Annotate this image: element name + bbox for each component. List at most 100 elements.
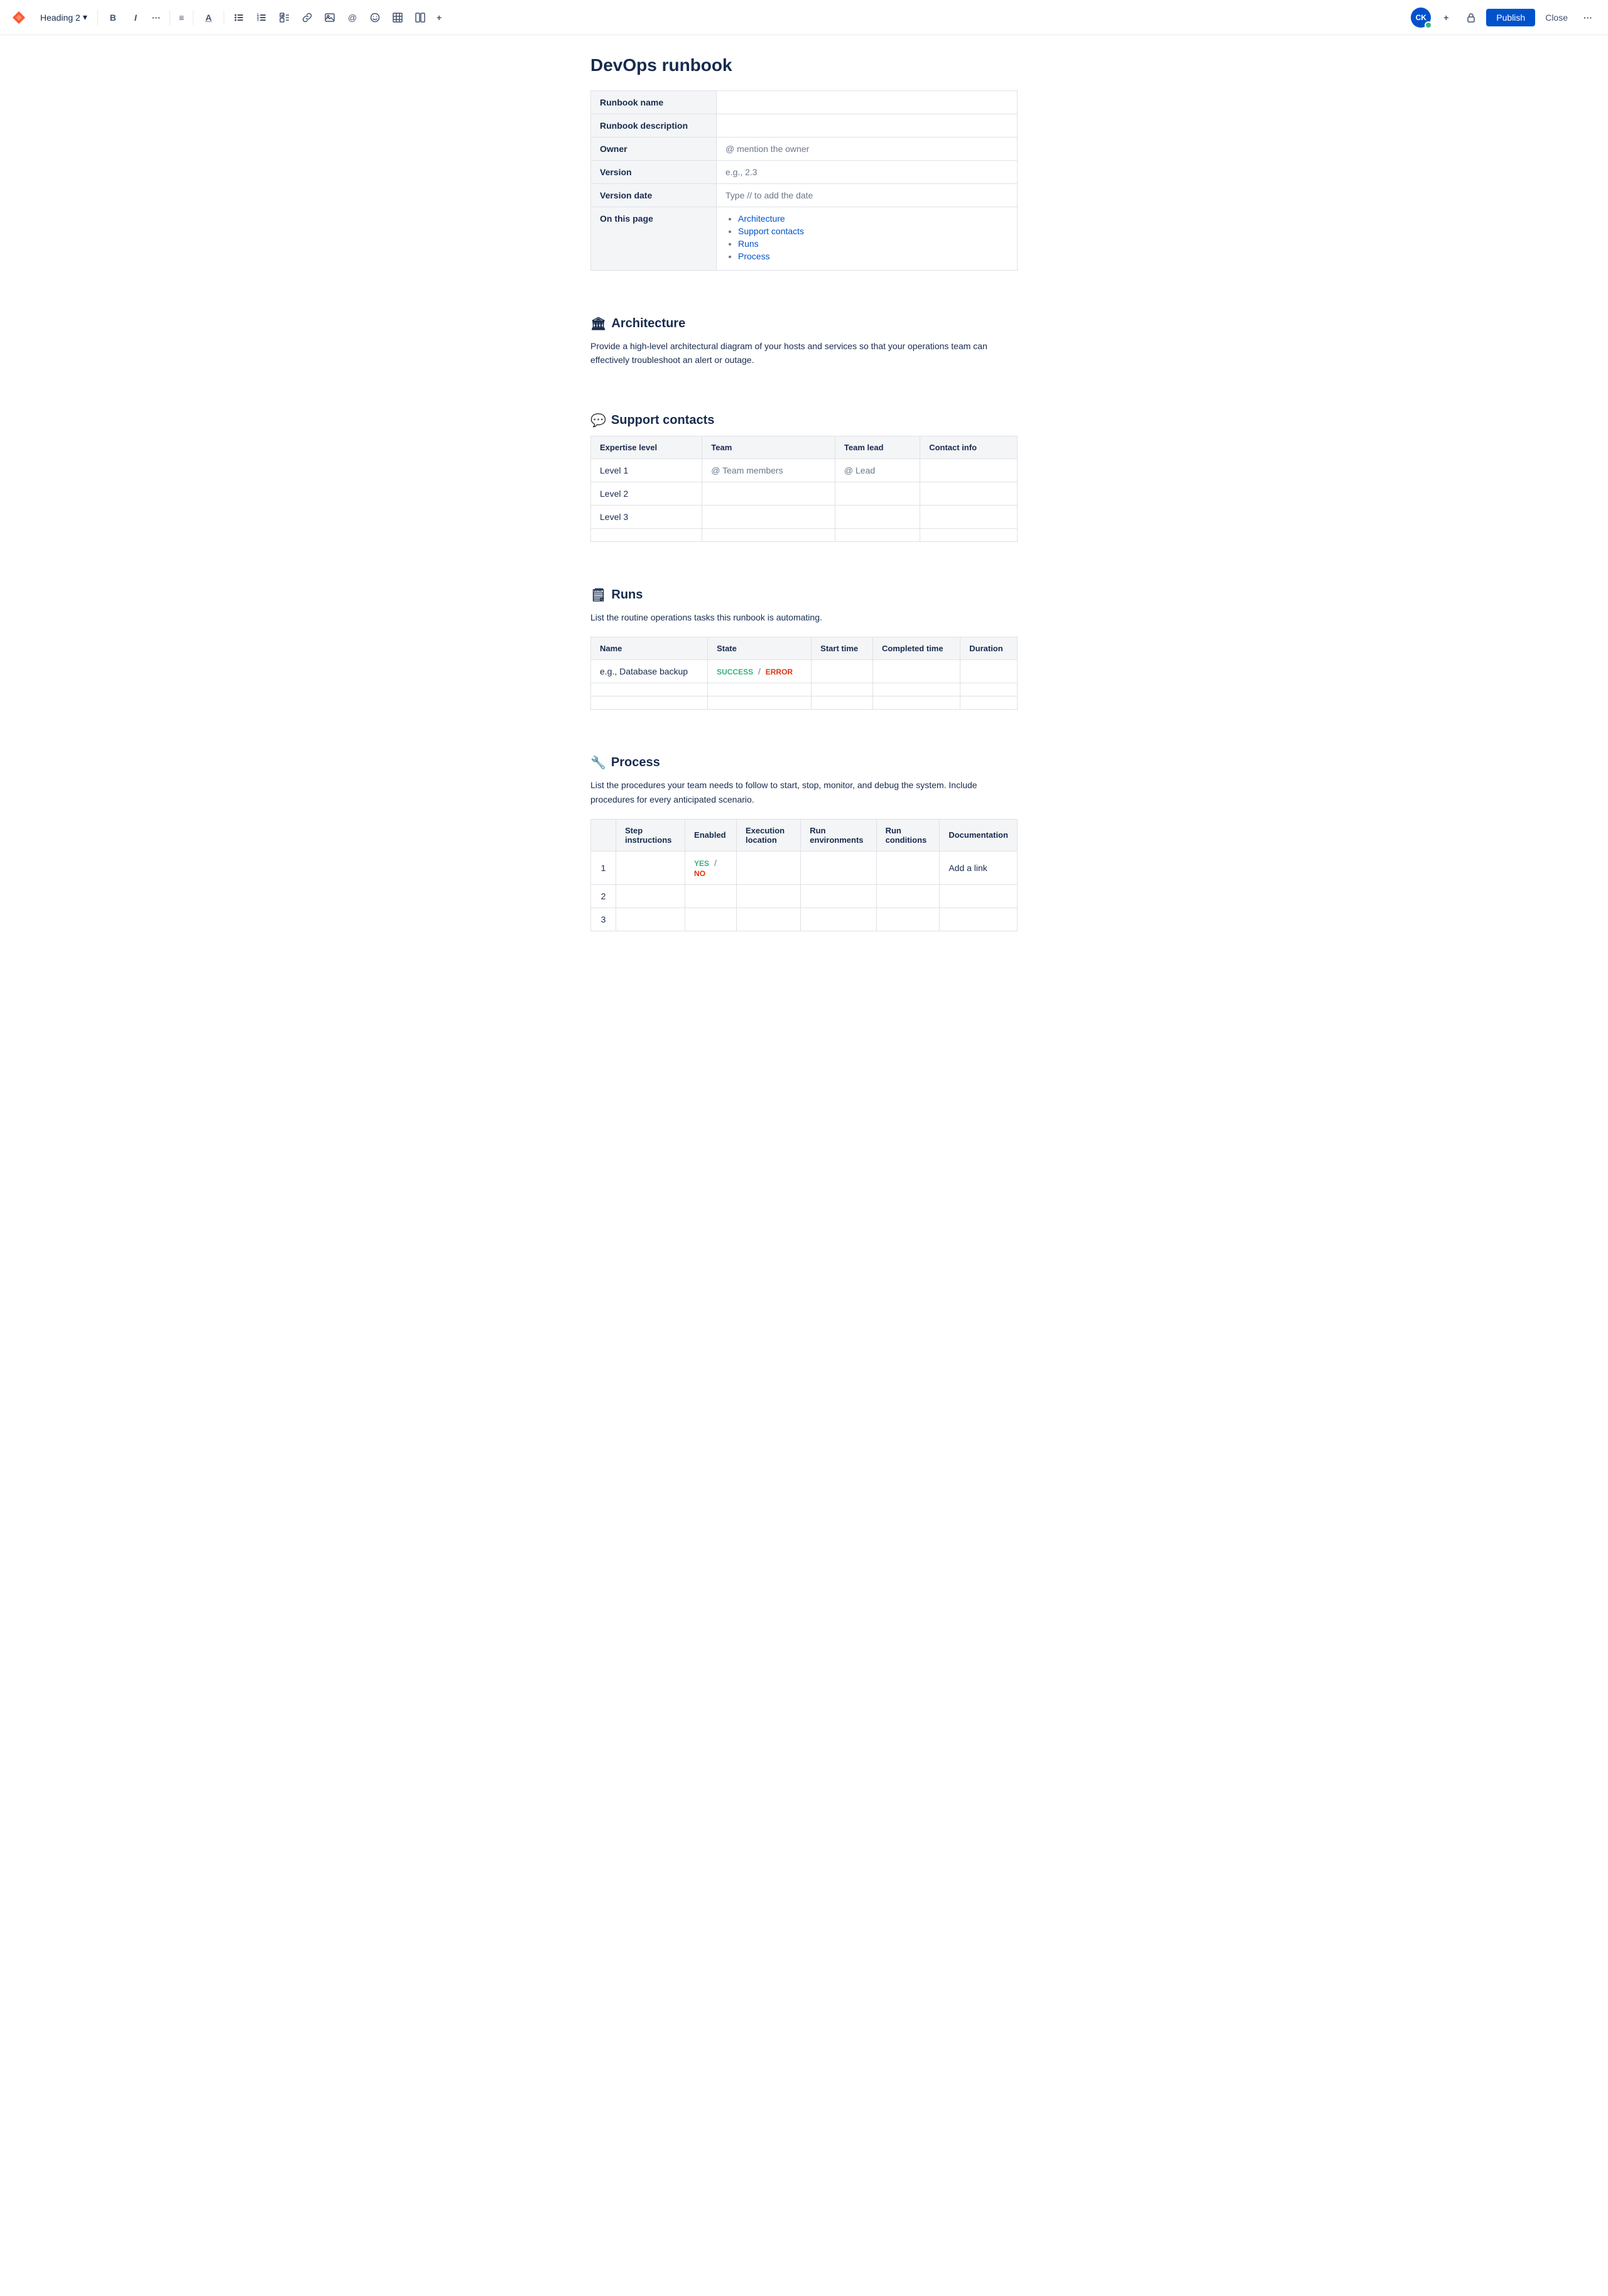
- team-3[interactable]: [702, 505, 835, 528]
- run-completed-1[interactable]: [873, 660, 960, 683]
- process-doc-3[interactable]: [940, 907, 1018, 931]
- meta-value-runbook-desc[interactable]: [717, 114, 1018, 138]
- run-duration-3[interactable]: [960, 696, 1018, 710]
- run-start-1[interactable]: [812, 660, 873, 683]
- process-step-1[interactable]: [616, 851, 685, 884]
- process-step-2[interactable]: [616, 884, 685, 907]
- level-empty[interactable]: [591, 528, 702, 541]
- publish-button[interactable]: Publish: [1486, 9, 1535, 26]
- process-cond-2[interactable]: [876, 884, 940, 907]
- heading-selector[interactable]: Heading 2 ▾: [35, 9, 92, 25]
- table-row: Step instructions Enabled Execution loca…: [591, 819, 1018, 851]
- run-completed-3[interactable]: [873, 696, 960, 710]
- page-title[interactable]: DevOps runbook: [590, 55, 1018, 75]
- meta-value-runbook-name[interactable]: [717, 91, 1018, 114]
- run-name-1[interactable]: e.g., Database backup: [591, 660, 708, 683]
- process-cond-1[interactable]: [876, 851, 940, 884]
- close-button[interactable]: Close: [1540, 9, 1573, 26]
- lead-2[interactable]: [835, 482, 920, 505]
- process-heading-text: Process: [611, 755, 660, 770]
- mention-button[interactable]: @: [342, 8, 362, 28]
- more-format-button[interactable]: ···: [148, 8, 165, 28]
- meta-value-version[interactable]: e.g., 2.3: [717, 161, 1018, 184]
- lock-button[interactable]: [1461, 8, 1481, 28]
- team-1[interactable]: @ Team members: [702, 458, 835, 482]
- process-cond-3[interactable]: [876, 907, 940, 931]
- image-button[interactable]: [320, 8, 340, 28]
- team-empty[interactable]: [702, 528, 835, 541]
- table-row: Owner @ mention the owner: [591, 138, 1018, 161]
- level-3[interactable]: Level 3: [591, 505, 702, 528]
- meta-label-runbook-desc: Runbook description: [591, 114, 717, 138]
- bullet-list-button[interactable]: [229, 8, 249, 28]
- team-2[interactable]: [702, 482, 835, 505]
- col-run-cond: Run conditions: [876, 819, 940, 851]
- emoji-button[interactable]: [365, 8, 385, 28]
- on-this-page-link-runs[interactable]: Runs: [738, 239, 759, 249]
- enabled-no: NO: [694, 869, 705, 878]
- process-enabled-2[interactable]: [685, 884, 737, 907]
- process-exec-2[interactable]: [736, 884, 800, 907]
- table-row: Runbook name: [591, 91, 1018, 114]
- align-button[interactable]: ≡: [175, 8, 188, 28]
- italic-button[interactable]: I: [126, 8, 146, 28]
- task-button[interactable]: [274, 8, 295, 28]
- process-env-1[interactable]: [801, 851, 876, 884]
- runs-icon: 🗒: [590, 587, 606, 603]
- process-doc-1[interactable]: Add a link: [940, 851, 1018, 884]
- bold-button[interactable]: B: [103, 8, 123, 28]
- col-name: Name: [591, 637, 708, 660]
- on-this-page-link-architecture[interactable]: Architecture: [738, 214, 785, 224]
- run-name-2[interactable]: [591, 683, 708, 696]
- insert-more-button[interactable]: +: [433, 8, 445, 28]
- process-env-3[interactable]: [801, 907, 876, 931]
- run-completed-2[interactable]: [873, 683, 960, 696]
- status-error: ERROR: [766, 668, 793, 676]
- process-enabled-3[interactable]: [685, 907, 737, 931]
- process-row-num-2: 2: [591, 884, 616, 907]
- process-doc-2[interactable]: [940, 884, 1018, 907]
- text-color-button[interactable]: A: [198, 8, 219, 28]
- more-options-button[interactable]: ···: [1578, 8, 1598, 28]
- run-state-3[interactable]: [708, 696, 812, 710]
- contact-1[interactable]: [920, 458, 1018, 482]
- layout-button[interactable]: [410, 8, 430, 28]
- run-name-3[interactable]: [591, 696, 708, 710]
- lead-3[interactable]: [835, 505, 920, 528]
- meta-label-version: Version: [591, 161, 717, 184]
- meta-value-owner[interactable]: @ mention the owner: [717, 138, 1018, 161]
- run-duration-1[interactable]: [960, 660, 1018, 683]
- process-exec-3[interactable]: [736, 907, 800, 931]
- run-start-2[interactable]: [812, 683, 873, 696]
- link-button[interactable]: [297, 8, 317, 28]
- process-exec-1[interactable]: [736, 851, 800, 884]
- lead-empty[interactable]: [835, 528, 920, 541]
- col-team-lead: Team lead: [835, 436, 920, 458]
- add-collaborator-button[interactable]: +: [1436, 8, 1456, 28]
- run-duration-2[interactable]: [960, 683, 1018, 696]
- run-start-3[interactable]: [812, 696, 873, 710]
- level-1[interactable]: Level 1: [591, 458, 702, 482]
- table-row: e.g., Database backup SUCCESS / ERROR: [591, 660, 1018, 683]
- svg-text:3.: 3.: [257, 18, 260, 22]
- col-duration: Duration: [960, 637, 1018, 660]
- numbered-list-button[interactable]: 1.2.3.: [252, 8, 272, 28]
- process-env-2[interactable]: [801, 884, 876, 907]
- contact-empty[interactable]: [920, 528, 1018, 541]
- on-this-page-link-process[interactable]: Process: [738, 251, 770, 261]
- support-contacts-heading: 💬 Support contacts: [590, 413, 1018, 428]
- contact-3[interactable]: [920, 505, 1018, 528]
- process-table: Step instructions Enabled Execution loca…: [590, 819, 1018, 931]
- on-this-page-link-support[interactable]: Support contacts: [738, 226, 804, 236]
- meta-value-version-date[interactable]: Type // to add the date: [717, 184, 1018, 207]
- level-2[interactable]: Level 2: [591, 482, 702, 505]
- col-completed-time: Completed time: [873, 637, 960, 660]
- table-row: [591, 683, 1018, 696]
- run-state-2[interactable]: [708, 683, 812, 696]
- architecture-icon: 🏛: [590, 316, 606, 332]
- process-step-3[interactable]: [616, 907, 685, 931]
- lead-1[interactable]: @ Lead: [835, 458, 920, 482]
- contact-2[interactable]: [920, 482, 1018, 505]
- meta-value-on-this-page: Architecture Support contacts Runs Proce…: [717, 207, 1018, 271]
- table-button[interactable]: [388, 8, 408, 28]
